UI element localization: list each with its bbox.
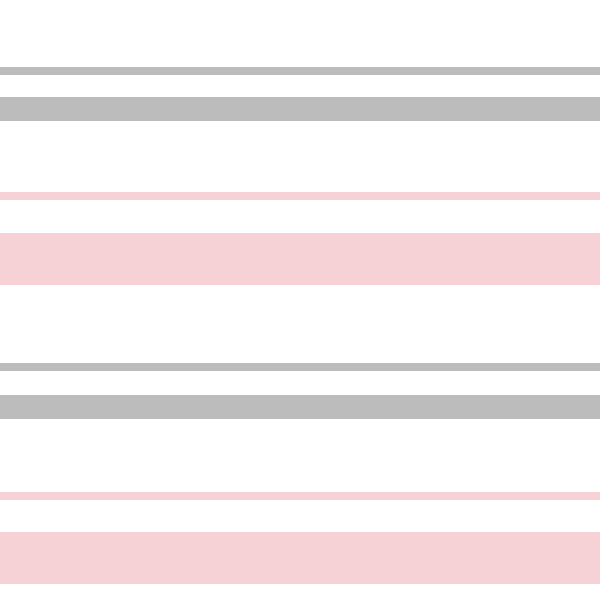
stripe-pink xyxy=(0,233,600,285)
stripe-gray xyxy=(0,97,600,121)
stripe-pink xyxy=(0,492,600,500)
stripe-gray xyxy=(0,395,600,419)
stripe-pink xyxy=(0,192,600,200)
stripe-pink xyxy=(0,532,600,584)
stripe-gray xyxy=(0,363,600,371)
stripe-gray xyxy=(0,67,600,75)
